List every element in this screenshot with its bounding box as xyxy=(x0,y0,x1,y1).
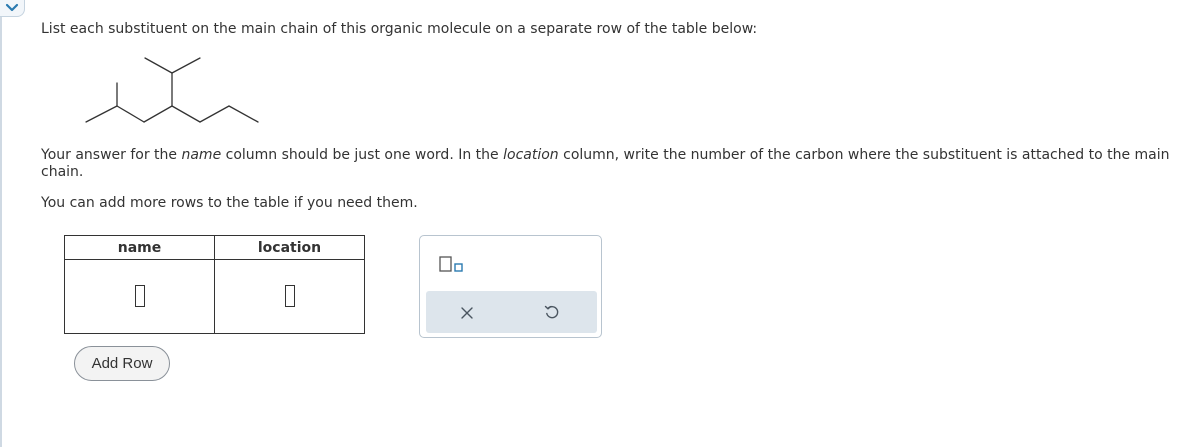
column-header-name: name xyxy=(64,235,215,260)
name-cell[interactable] xyxy=(64,259,215,334)
substituent-table: name location xyxy=(64,235,365,334)
add-row-button[interactable]: Add Row xyxy=(74,346,170,381)
tools-action-bar xyxy=(426,291,597,333)
superscript-box-icon xyxy=(439,256,463,272)
undo-icon xyxy=(544,305,559,319)
answer-instructions: Your answer for the name column should b… xyxy=(41,147,1170,180)
superscript-template-button[interactable] xyxy=(439,255,467,277)
undo-button[interactable] xyxy=(544,304,560,324)
location-input[interactable] xyxy=(284,284,295,307)
table-row xyxy=(64,259,365,334)
clear-button[interactable] xyxy=(460,305,474,324)
add-rows-note: You can add more rows to the table if yo… xyxy=(41,195,418,211)
location-column-ref: location xyxy=(503,147,559,163)
location-cell[interactable] xyxy=(214,259,365,334)
name-column-ref: name xyxy=(181,147,222,163)
left-border-rule xyxy=(0,0,2,447)
name-input[interactable] xyxy=(134,284,145,307)
question-prompt: List each substituent on the main chain … xyxy=(41,21,758,37)
molecule-skeletal-structure xyxy=(85,57,259,123)
answer-tools-panel xyxy=(419,235,602,338)
column-header-location: location xyxy=(214,235,365,260)
chevron-down-icon xyxy=(5,3,19,12)
collapse-toggle[interactable] xyxy=(0,0,25,17)
close-icon xyxy=(461,307,473,319)
